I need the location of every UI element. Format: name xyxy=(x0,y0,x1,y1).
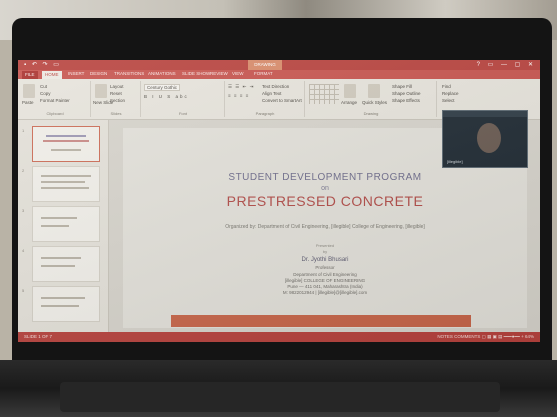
slide-number: 1 xyxy=(22,128,25,133)
paste-icon[interactable] xyxy=(23,84,35,98)
slide-thumbnail[interactable] xyxy=(32,126,100,162)
footer-bar xyxy=(171,315,471,327)
slide-number: 3 xyxy=(22,208,25,213)
shape-fill-button[interactable]: Shape Fill xyxy=(392,84,412,89)
slides-group: New Slide Layout Reset Section Slides xyxy=(92,81,141,117)
slide-thumbnail[interactable] xyxy=(32,166,100,202)
shapes-gallery[interactable] xyxy=(309,84,339,104)
slideshow-icon[interactable]: ▭ xyxy=(53,62,61,68)
font-group: Century Gothic B I U S abc Font xyxy=(142,81,225,117)
laptop-keyboard-deck xyxy=(60,382,500,412)
slide-number: 4 xyxy=(22,248,25,253)
tab-transitions[interactable]: TRANSITIONS xyxy=(114,71,144,76)
presenter-role: Professor xyxy=(315,265,335,270)
status-bar: SLIDE 1 OF 7 NOTES COMMENTS ▢ ▦ ▣ ▤ ━━━●… xyxy=(18,332,540,342)
shape-outline-button[interactable]: Shape Outline xyxy=(392,91,421,96)
contextual-tab-drawing-tools: DRAWING TOOLS xyxy=(248,60,282,77)
font-style-buttons[interactable]: B I U S abc xyxy=(144,94,189,99)
window-controls[interactable]: ? ▭ — ▢ ✕ xyxy=(477,61,536,68)
drawing-group-label: Drawing xyxy=(363,111,379,116)
paste-button[interactable]: Paste xyxy=(22,100,34,105)
slide-title-line2[interactable]: PRESTRESSED CONCRETE xyxy=(123,193,527,209)
paragraph-group-label: Paragraph xyxy=(255,111,275,116)
arrange-icon[interactable] xyxy=(344,84,356,98)
font-family-select[interactable]: Century Gothic xyxy=(144,84,181,91)
arrange-button[interactable]: Arrange xyxy=(341,100,357,105)
presenter-department: Department of Civil Engineering xyxy=(293,272,357,277)
tab-home[interactable]: HOME xyxy=(42,71,62,79)
save-icon[interactable]: ▪ xyxy=(24,62,28,68)
slides-group-label: Slides xyxy=(110,111,122,116)
slide-title-on: on xyxy=(321,185,329,192)
slide-counter: SLIDE 1 OF 7 xyxy=(24,334,53,339)
reset-button[interactable]: Reset xyxy=(110,91,122,96)
slide-number: 5 xyxy=(22,288,25,293)
presenter-contact: M: 9822012944 | [illegible]@[illegible].… xyxy=(282,290,368,295)
tab-view[interactable]: VIEW xyxy=(232,71,244,76)
align-text-button[interactable]: Align Text xyxy=(262,91,281,96)
redo-icon[interactable]: ↷ xyxy=(43,62,50,68)
ribbon-tabs: FILE HOME INSERT DESIGN TRANSITIONS ANIM… xyxy=(18,70,540,79)
copy-button[interactable]: Copy xyxy=(40,91,51,96)
tab-format[interactable]: FORMAT xyxy=(254,71,273,76)
view-zoom-controls[interactable]: NOTES COMMENTS ▢ ▦ ▣ ▤ ━━━●━━ + 64% xyxy=(437,334,534,340)
replace-button[interactable]: Replace xyxy=(442,91,459,96)
slide-title-line1[interactable]: STUDENT DEVELOPMENT PROGRAM xyxy=(123,172,527,183)
select-button[interactable]: Select xyxy=(442,98,455,103)
font-group-label: Font xyxy=(178,111,187,116)
drawing-group: Arrange Quick Styles Shape Fill Shape Ou… xyxy=(306,81,437,117)
presenter-name[interactable]: Dr. Jyothi Bhusari xyxy=(123,257,527,263)
slide-thumbnail[interactable] xyxy=(32,286,100,322)
undo-icon[interactable]: ↶ xyxy=(32,62,39,68)
laptop-screen: ▪ ↶ ↷ ▭ DRAWING TOOLS ? ▭ — ▢ ✕ FILE HOM… xyxy=(18,60,540,342)
slide-thumbnail-pane: 1 2 3 4 5 xyxy=(18,120,109,332)
tab-insert[interactable]: INSERT xyxy=(68,71,84,76)
slide-thumbnail[interactable] xyxy=(32,246,100,282)
tab-file[interactable]: FILE xyxy=(22,71,38,79)
quick-styles-icon[interactable] xyxy=(368,84,380,98)
shape-effects-button[interactable]: Shape Effects xyxy=(392,98,420,103)
title-bar: ▪ ↶ ↷ ▭ DRAWING TOOLS ? ▭ — ▢ ✕ xyxy=(18,60,540,77)
participant-label: [illegible] xyxy=(447,159,463,164)
tab-animations[interactable]: ANIMATIONS xyxy=(148,71,176,76)
tab-review[interactable]: REVIEW xyxy=(210,71,228,76)
text-direction-button[interactable]: Text Direction xyxy=(262,84,289,89)
paragraph-group: Text Direction Align Text Convert to Sma… xyxy=(226,81,305,117)
list-buttons[interactable]: ☰ ☰ ⇤ ⇥ xyxy=(228,84,254,90)
cut-button[interactable]: Cut xyxy=(40,84,47,89)
participant-video xyxy=(477,123,501,153)
video-window-titlebar[interactable] xyxy=(443,111,527,117)
presenter-address: Pune — 411 041, Maharashtra (India) xyxy=(287,284,363,289)
organized-by-text[interactable]: Organized by: Department of Civil Engine… xyxy=(123,224,527,230)
find-button[interactable]: Find xyxy=(442,84,451,89)
convert-smartart-button[interactable]: Convert to SmartArt xyxy=(262,98,302,103)
slide-number: 2 xyxy=(22,168,25,173)
new-slide-icon[interactable] xyxy=(95,84,107,98)
section-button[interactable]: Section xyxy=(110,98,125,103)
align-buttons[interactable]: ≡ ≡ ≡ ≡ xyxy=(228,93,249,98)
format-painter-button[interactable]: Format Painter xyxy=(40,98,70,103)
clipboard-group: Paste Cut Copy Format Painter Clipboard xyxy=(20,81,91,117)
quick-access-toolbar[interactable]: ▪ ↶ ↷ ▭ xyxy=(24,61,61,68)
video-call-window[interactable]: [illegible] xyxy=(442,110,528,168)
clipboard-group-label: Clipboard xyxy=(46,111,64,116)
slide-thumbnail[interactable] xyxy=(32,206,100,242)
by-label: by xyxy=(322,249,328,254)
tab-design[interactable]: DESIGN xyxy=(90,71,107,76)
tab-slide-show[interactable]: SLIDE SHOW xyxy=(182,71,210,76)
presenter-college: [illegible] COLLEGE OF ENGINEERING xyxy=(284,278,366,283)
layout-button[interactable]: Layout xyxy=(110,84,124,89)
quick-styles-button[interactable]: Quick Styles xyxy=(362,100,387,105)
